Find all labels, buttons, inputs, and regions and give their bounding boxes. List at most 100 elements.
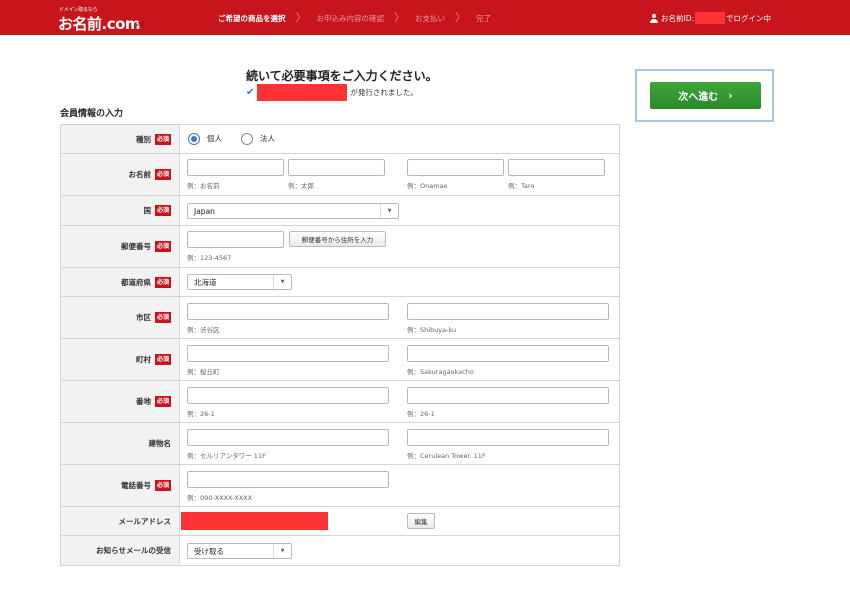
user-id-label: お名前ID:: [661, 13, 695, 23]
next-button-label: 次へ進む: [678, 92, 719, 103]
next-button[interactable]: 次へ進む ›: [650, 82, 761, 109]
logo-sub: GMO: [134, 22, 147, 28]
row-town: 町村 必須 例：桜丘町 例：Sakuragaokacho: [61, 339, 619, 381]
progress-steps: ご希望の商品を選択 〉 お申込み内容の確認 〉 お支払い 〉 完了: [218, 12, 491, 24]
hint: 例：Taro: [508, 182, 535, 190]
hint: 例：123-4567: [187, 254, 232, 262]
step-complete: 完了: [476, 13, 491, 23]
required-badge: 必須: [154, 133, 171, 145]
field-label: お名前 必須: [61, 154, 180, 195]
field-label: 都道府県 必須: [61, 268, 180, 296]
town-roman-input[interactable]: [407, 345, 609, 362]
step-select: ご希望の商品を選択: [218, 13, 286, 23]
step-confirm: お申込み内容の確認: [316, 13, 385, 23]
dropdown-arrow-icon: ▼: [380, 204, 398, 218]
postal-lookup-button[interactable]: 郵便番号から住所を入力: [289, 231, 386, 247]
field-label: 種別 必須: [61, 125, 180, 153]
row-phone: 電話番号 必須 例：090-XXXX-XXXX: [61, 465, 619, 507]
onamae-logo[interactable]: ドメイン取るなら お名前.com GMO: [58, 6, 160, 33]
field-label: 郵便番号 必須: [61, 226, 180, 267]
redacted-id: [257, 84, 348, 101]
checkmark-icon: ✔: [246, 87, 255, 98]
radio-individual[interactable]: [188, 133, 200, 145]
hint: 例：26-1: [407, 410, 435, 418]
postal-code-input[interactable]: [187, 231, 284, 248]
field-label: 番地 必須: [61, 381, 180, 422]
login-status: お名前ID: でログイン中: [650, 12, 771, 24]
building-input[interactable]: [187, 429, 389, 446]
required-badge: 必須: [154, 169, 171, 180]
chevron-right-icon: 〉: [455, 11, 466, 24]
prefecture-select[interactable]: 北海道 ▼: [187, 274, 292, 290]
chevron-right-icon: 〉: [394, 11, 405, 24]
phone-input[interactable]: [187, 471, 389, 488]
dropdown-arrow-icon: ▼: [273, 544, 291, 558]
step-payment: お支払い: [415, 13, 445, 23]
hint: 例：26-1: [187, 410, 215, 418]
row-type: 種別 必須 個人 法人: [61, 125, 619, 154]
hint: 例：Shibuya-ku: [407, 326, 457, 334]
required-badge: 必須: [154, 354, 171, 365]
section-title: 会員情報の入力: [60, 109, 124, 119]
hint: 例：お名前: [187, 182, 220, 190]
edit-email-button[interactable]: 編集: [407, 513, 435, 529]
page-title: 続いて必要事項をご入力ください。: [246, 69, 438, 83]
hint: 例：桜丘町: [187, 368, 220, 376]
hint: 例：Onamae: [407, 182, 448, 190]
field-label: メールアドレス: [61, 507, 180, 535]
city-roman-input[interactable]: [407, 303, 609, 320]
row-name: お名前 必須 例：お名前 例：太郎 例：Onamae 例：Taro: [61, 154, 619, 196]
field-label: 建物名: [61, 423, 180, 464]
site-header: ドメイン取るなら お名前.com GMO ご希望の商品を選択 〉 お申込み内容の…: [0, 0, 850, 35]
newsletter-select[interactable]: 受け取る ▼: [187, 543, 292, 559]
dropdown-arrow-icon: ▼: [273, 275, 291, 289]
field-label: 町村 必須: [61, 339, 180, 380]
row-newsletter: お知らせメールの受信 受け取る ▼: [61, 536, 619, 566]
required-badge: 必須: [154, 396, 171, 407]
next-button-highlight: 次へ進む ›: [635, 69, 774, 122]
street-address-roman-input[interactable]: [407, 387, 609, 404]
hint: 例：090-XXXX-XXXX: [187, 494, 253, 502]
chevron-right-icon: ›: [728, 89, 733, 102]
hint: 例：Sakuragaokacho: [407, 368, 474, 376]
radio-corporate-label[interactable]: 法人: [260, 133, 275, 144]
issued-text: が発行されました。: [350, 88, 418, 97]
field-label: お知らせメールの受信: [61, 536, 180, 565]
issued-notice: ✔ が発行されました。: [246, 84, 418, 101]
first-name-input[interactable]: [288, 159, 385, 176]
field-label: 国必須: [61, 196, 180, 225]
radio-corporate[interactable]: [241, 133, 253, 145]
hint: 例：Cerulean Tower. 11F: [407, 452, 486, 460]
city-input[interactable]: [187, 303, 389, 320]
street-address-input[interactable]: [187, 387, 389, 404]
row-city: 市区 必須 例：渋谷区 例：Shibuya-ku: [61, 297, 619, 339]
hint: 例：セルリアンタワー 11F: [187, 452, 266, 460]
last-name-roman-input[interactable]: [407, 159, 504, 176]
field-label: 市区 必須: [61, 297, 180, 338]
user-icon: [650, 13, 658, 23]
logo-tagline: ドメイン取るなら: [59, 7, 98, 13]
required-badge: 必須: [154, 480, 171, 491]
row-country: 国必須 Japan ▼: [61, 196, 619, 226]
login-suffix: でログイン中: [726, 13, 772, 23]
member-info-form: 種別 必須 個人 法人 お名前 必須 例：お名前 例：太郎 例：Onamae 例：T…: [60, 124, 620, 566]
hint: 例：渋谷区: [187, 326, 220, 334]
last-name-input[interactable]: [187, 159, 284, 176]
row-postal: 郵便番号 必須 郵便番号から住所を入力 例：123-4567: [61, 226, 619, 268]
redacted-email: [181, 512, 328, 530]
redacted-user-id: [695, 12, 726, 24]
required-badge: 必須: [154, 205, 171, 216]
town-input[interactable]: [187, 345, 389, 362]
row-prefecture: 都道府県 必須 北海道 ▼: [61, 268, 619, 297]
row-address: 番地 必須 例：26-1 例：26-1: [61, 381, 619, 423]
country-select[interactable]: Japan ▼: [187, 203, 399, 219]
building-roman-input[interactable]: [407, 429, 609, 446]
radio-individual-label[interactable]: 個人: [207, 133, 222, 144]
required-badge: 必須: [154, 312, 171, 323]
first-name-roman-input[interactable]: [508, 159, 605, 176]
row-building: 建物名 例：セルリアンタワー 11F 例：Cerulean Tower. 11F: [61, 423, 619, 465]
logo-text: お名前.com: [58, 15, 141, 33]
required-badge: 必須: [154, 276, 171, 288]
hint: 例：太郎: [288, 182, 314, 190]
field-label: 電話番号 必須: [61, 465, 180, 506]
